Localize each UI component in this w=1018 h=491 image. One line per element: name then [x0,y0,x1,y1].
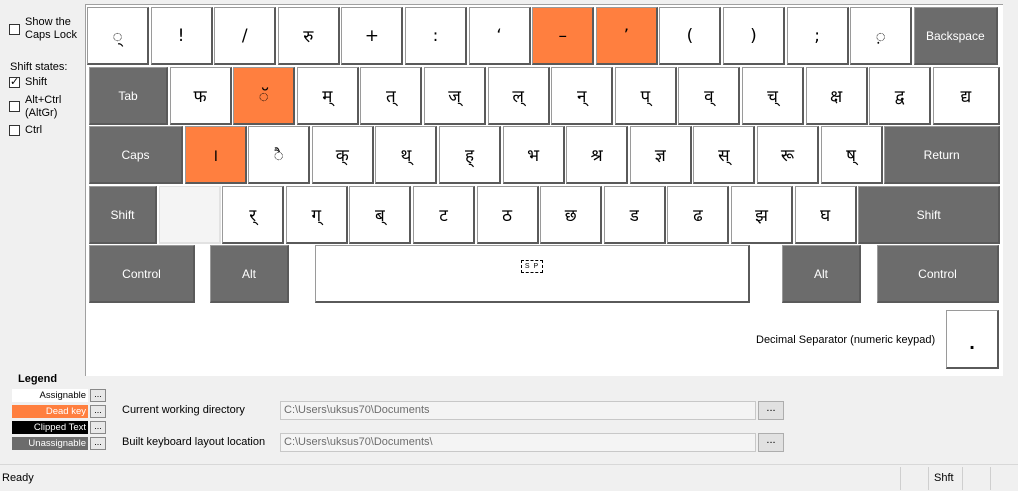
key-r1-c4[interactable]: त् [360,67,423,125]
shift-indicator: Shft [934,472,954,484]
key-r1-c13[interactable]: द्य [932,67,1000,125]
key-r0-c7[interactable]: – [532,7,595,65]
key-r0-c0[interactable]: ◌् [87,7,149,65]
shift-key[interactable]: Shift [89,186,157,244]
backspace-key[interactable]: Backspace [913,7,998,65]
legend-dead-key: Dead key [12,405,88,418]
key-r2-c2[interactable]: ◌ै [248,126,311,184]
key-r0-c10[interactable]: ) [723,7,785,65]
shift-label: Shift [25,76,48,88]
alt-key[interactable]: Alt [782,245,861,303]
key-r2-c1[interactable]: । [184,126,247,184]
key-r0-c2[interactable]: / [214,7,277,65]
legend-clipped-text-color-button[interactable]: ... [90,421,106,434]
legend-clipped-text: Clipped Text [12,421,88,434]
key-r1-c11[interactable]: क्ष [805,67,868,125]
shift-states-title: Shift states: [10,61,68,73]
legend-unassignable: Unassignable [12,437,88,450]
cwd-label: Current working directory [122,404,245,416]
key-r3-c5[interactable]: ट [413,186,475,244]
shift-checkbox[interactable] [9,75,20,88]
control-key[interactable]: Control [877,245,999,303]
space-symbol: S P [520,260,544,273]
caps-key[interactable]: Caps [89,126,183,184]
ctrl-label: Ctrl [25,124,43,136]
cwd-browse-button[interactable]: ... [758,401,784,420]
key-r1-c8[interactable]: प् [614,67,677,125]
key-r1-c10[interactable]: च् [742,67,804,125]
key-r3-c6[interactable]: ठ [476,186,539,244]
key-r2-c6[interactable]: भ [502,126,565,184]
altgr-checkbox[interactable] [9,101,20,112]
key-r0-c8[interactable]: ’ [595,7,658,65]
key-r0-c4[interactable]: + [341,7,404,65]
key-r1-c6[interactable]: ल् [487,67,550,125]
cwd-field[interactable]: C:\Users\uksus70\Documents [280,401,756,420]
ctrl-checkbox[interactable] [9,125,20,136]
key-r1-c7[interactable]: न् [551,67,614,125]
key-r0-c3[interactable]: रु [277,7,340,65]
status-bar: Ready Shft [0,464,1018,491]
built-location-field[interactable]: C:\Users\uksus70\Documents\ [280,433,756,452]
key-r1-c9[interactable]: व् [678,67,741,125]
key-r2-c11[interactable]: ष् [820,126,883,184]
key-r0-c6[interactable]: ‘ [468,7,531,65]
key-r0-c1[interactable]: ! [150,7,213,65]
legend-unassignable-color-button[interactable]: ... [90,437,106,450]
key-r3-c11[interactable]: घ [794,186,857,244]
key-r0-c12[interactable]: ◌़ [850,7,913,65]
shift-key[interactable]: Shift [858,186,1001,244]
key-r2-c7[interactable]: श्र [566,126,629,184]
key-r3-c2[interactable]: र् [222,186,285,244]
key-r2-c4[interactable]: थ् [375,126,438,184]
key-r3-c7[interactable]: छ [540,186,603,244]
key-r2-c8[interactable]: ज्ञ [629,126,692,184]
key-r0-c5[interactable]: : [405,7,467,65]
key-r3-c8[interactable]: ड [603,186,666,244]
key-r1-c3[interactable]: म् [296,67,359,125]
key-r2-c3[interactable]: क् [311,126,374,184]
alt-key[interactable]: Alt [210,245,289,303]
tab-key[interactable]: Tab [89,67,168,125]
key-r3-c1 [158,186,221,244]
key-r3-c9[interactable]: ढ [667,186,730,244]
space-key[interactable]: S P [315,245,750,303]
built-location-browse-button[interactable]: ... [758,433,784,452]
built-location-label: Built keyboard layout location [122,436,266,448]
key-r1-c1[interactable]: फ [169,67,232,125]
key-r2-c10[interactable]: रू [757,126,819,184]
decimal-separator-key[interactable]: . [946,310,999,369]
key-r1-c5[interactable]: ज् [424,67,486,125]
key-r1-c12[interactable]: द्व [869,67,932,125]
return-key[interactable]: Return [884,126,1001,184]
altgr-label: Alt+Ctrl (AltGr) [25,94,62,119]
decimal-separator-label: Decimal Separator (numeric keypad) [756,334,936,346]
caps-lock-checkbox[interactable] [9,24,20,35]
legend-assignable: Assignable [12,389,88,402]
legend-dead-key-color-button[interactable]: ... [90,405,106,418]
legend-assignable-color-button[interactable]: ... [90,389,106,402]
key-r2-c5[interactable]: ह् [439,126,501,184]
key-r3-c3[interactable]: ग् [285,186,348,244]
legend-title: Legend [18,373,58,385]
key-r2-c9[interactable]: स् [693,126,756,184]
key-r3-c10[interactable]: झ [731,186,793,244]
status-text: Ready [2,472,34,484]
key-r1-c2[interactable]: ◌ॅ [233,67,296,125]
caps-lock-label: Show the Caps Lock [25,16,77,41]
control-key[interactable]: Control [89,245,195,303]
key-r0-c9[interactable]: ( [659,7,722,65]
key-r0-c11[interactable]: ; [786,7,849,65]
key-r3-c4[interactable]: ब् [349,186,412,244]
